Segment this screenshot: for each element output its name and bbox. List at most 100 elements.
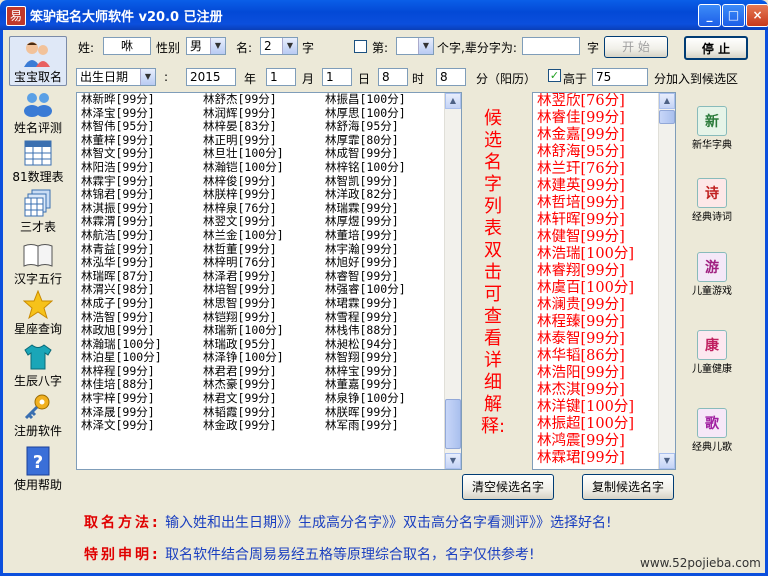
candidate-item[interactable]: 林翌欣[76分] bbox=[537, 93, 649, 110]
list-item[interactable]: 林智凯[99分] bbox=[323, 174, 445, 189]
scroll-thumb[interactable] bbox=[659, 110, 675, 124]
right-item-health[interactable]: 康 儿童健康 bbox=[684, 330, 740, 375]
candidate-item[interactable]: 林兰玕[76分] bbox=[537, 161, 649, 178]
list-item[interactable]: 林润辉[99分] bbox=[201, 106, 323, 121]
list-item[interactable]: 林朕晖[99分] bbox=[323, 405, 445, 420]
date-type-select[interactable]: 出生日期 ▼ bbox=[76, 68, 156, 86]
list-item[interactable]: 林军雨[99分] bbox=[323, 419, 445, 433]
list-item[interactable]: 林泽君[99分] bbox=[201, 269, 323, 284]
candidate-item[interactable]: 林澜贵[99分] bbox=[537, 297, 649, 314]
list-item[interactable]: 林厚霏[80分] bbox=[323, 133, 445, 148]
list-item[interactable]: 林宇梓[99分] bbox=[79, 391, 201, 406]
minimize-button[interactable]: _ bbox=[698, 4, 721, 27]
scroll-down-icon[interactable]: ▼ bbox=[445, 453, 461, 469]
list-item[interactable]: 林渭兴[98分] bbox=[79, 283, 201, 297]
chevron-down-icon[interactable]: ▼ bbox=[418, 38, 433, 54]
sidebar-item-81-numerology[interactable]: 81数理表 bbox=[6, 138, 70, 185]
list-item[interactable]: 林思智[99分] bbox=[201, 296, 323, 311]
list-item[interactable]: 林梓晏[83分] bbox=[201, 120, 323, 134]
list-item[interactable]: 林梓俊[99分] bbox=[201, 174, 323, 189]
candidate-item[interactable]: 林哲培[99分] bbox=[537, 195, 649, 212]
scroll-up-icon[interactable]: ▲ bbox=[659, 93, 675, 109]
results-list[interactable]: 林新晔[99分] 林泽宝[99分] 林智伟[95分] 林董梓[99分] 林智文[99分]… bbox=[76, 92, 462, 470]
list-item[interactable]: 林旭好[99分] bbox=[323, 256, 445, 270]
list-item[interactable]: 林政旭[99分] bbox=[79, 323, 201, 338]
list-item[interactable]: 林泓华[99分] bbox=[79, 256, 201, 270]
list-item[interactable]: 林瀚铠[100分] bbox=[201, 160, 323, 175]
surname-input[interactable]: 咻 bbox=[103, 37, 151, 55]
list-item[interactable]: 林成子[99分] bbox=[79, 296, 201, 311]
clear-candidates-button[interactable]: 清空候选名字 bbox=[462, 474, 554, 500]
list-item[interactable]: 林旦壮[100分] bbox=[201, 147, 323, 161]
list-item[interactable]: 林梓宝[99分] bbox=[323, 364, 445, 379]
stop-button[interactable]: 停 止 bbox=[684, 36, 748, 60]
list-item[interactable]: 林航浩[99分] bbox=[79, 228, 201, 243]
scroll-down-icon[interactable]: ▼ bbox=[659, 453, 675, 469]
list-item[interactable]: 林浩智[99分] bbox=[79, 310, 201, 325]
list-item[interactable]: 林瀚瑞[100分] bbox=[79, 337, 201, 352]
list-item[interactable]: 林梓铭[100分] bbox=[323, 160, 445, 175]
list-item[interactable]: 林梓明[76分] bbox=[201, 256, 323, 270]
list-item[interactable]: 林智文[99分] bbox=[79, 147, 201, 161]
close-button[interactable]: × bbox=[746, 4, 768, 27]
name-length-select[interactable]: 2 ▼ bbox=[260, 37, 298, 55]
list-item[interactable]: 林宇瀚[99分] bbox=[323, 242, 445, 257]
list-item[interactable]: 林朕梓[99分] bbox=[201, 188, 323, 202]
month-input[interactable]: 1 bbox=[266, 68, 296, 86]
generation-input[interactable] bbox=[522, 37, 580, 55]
right-item-songs[interactable]: 歌 经典儿歌 bbox=[684, 408, 740, 453]
list-item[interactable]: 林君文[99分] bbox=[201, 391, 323, 406]
list-item[interactable]: 林雪程[99分] bbox=[323, 310, 445, 325]
right-item-games[interactable]: 游 儿童游戏 bbox=[684, 252, 740, 297]
year-input[interactable]: 2015 bbox=[186, 68, 236, 86]
list-item[interactable]: 林栈伟[88分] bbox=[323, 323, 445, 338]
list-item[interactable]: 林泉铮[100分] bbox=[323, 391, 445, 406]
list-item[interactable]: 林成智[99分] bbox=[323, 147, 445, 161]
sidebar-item-baby-naming[interactable]: 宝宝取名 bbox=[6, 36, 70, 86]
list-item[interactable]: 林泊星[100分] bbox=[79, 351, 201, 365]
list-item[interactable]: 林杰豪[99分] bbox=[201, 378, 323, 392]
threshold-input[interactable]: 75 bbox=[592, 68, 648, 86]
hour-input[interactable]: 8 bbox=[378, 68, 408, 86]
candidate-item[interactable]: 林睿佳[99分] bbox=[537, 110, 649, 127]
list-item[interactable]: 林舒海[95分] bbox=[323, 120, 445, 134]
list-item[interactable]: 林瑞新[100分] bbox=[201, 323, 323, 338]
candidate-item[interactable]: 林杰淇[99分] bbox=[537, 382, 649, 399]
chevron-down-icon[interactable]: ▼ bbox=[282, 38, 297, 54]
candidate-item[interactable]: 林轩晖[99分] bbox=[537, 212, 649, 229]
list-item[interactable]: 林君君[99分] bbox=[201, 364, 323, 379]
list-item[interactable]: 林新晔[99分] bbox=[79, 93, 201, 107]
candidate-item[interactable]: 林建英[99分] bbox=[537, 178, 649, 195]
candidate-item[interactable]: 林浩阳[99分] bbox=[537, 365, 649, 382]
sidebar-item-register[interactable]: 注册软件 bbox=[6, 392, 70, 439]
candidate-item[interactable]: 林程臻[99分] bbox=[537, 314, 649, 331]
generation-checkbox[interactable] bbox=[354, 40, 367, 53]
chevron-down-icon[interactable]: ▼ bbox=[140, 69, 155, 85]
sidebar-item-help[interactable]: ? 使用帮助 bbox=[6, 446, 70, 493]
sidebar-item-character-elements[interactable]: 汉字五行 bbox=[6, 240, 70, 287]
scroll-thumb[interactable] bbox=[445, 399, 461, 449]
list-item[interactable]: 林霖渭[99分] bbox=[79, 215, 201, 229]
list-item[interactable]: 林锦君[99分] bbox=[79, 188, 201, 202]
list-item[interactable]: 林珺霖[99分] bbox=[323, 296, 445, 311]
list-item[interactable]: 林淇振[99分] bbox=[79, 201, 201, 216]
candidate-item[interactable]: 林鸿震[99分] bbox=[537, 433, 649, 450]
candidate-item[interactable]: 林霖珺[99分] bbox=[537, 450, 649, 467]
sidebar-item-name-evaluation[interactable]: 姓名评测 bbox=[6, 89, 70, 136]
list-item[interactable]: 林兰金[100分] bbox=[201, 228, 323, 243]
scroll-up-icon[interactable]: ▲ bbox=[445, 93, 461, 109]
list-item[interactable]: 林阳浩[99分] bbox=[79, 160, 201, 175]
candidate-item[interactable]: 林华韬[86分] bbox=[537, 348, 649, 365]
list-item[interactable]: 林智翔[99分] bbox=[323, 351, 445, 365]
right-item-dictionary[interactable]: 新 新华字典 bbox=[684, 106, 740, 151]
copy-candidates-button[interactable]: 复制候选名字 bbox=[582, 474, 674, 500]
list-item[interactable]: 林董嘉[99分] bbox=[323, 378, 445, 392]
candidate-item[interactable]: 林金嘉[99分] bbox=[537, 127, 649, 144]
list-item[interactable]: 林霖宇[99分] bbox=[79, 174, 201, 189]
list-item[interactable]: 林舒杰[99分] bbox=[201, 93, 323, 107]
list-item[interactable]: 林董培[99分] bbox=[323, 228, 445, 243]
list-item[interactable]: 林金政[99分] bbox=[201, 419, 323, 433]
candidate-item[interactable]: 林浩瑞[100分] bbox=[537, 246, 649, 263]
list-item[interactable]: 林梓程[99分] bbox=[79, 364, 201, 379]
candidate-item[interactable]: 林健智[99分] bbox=[537, 229, 649, 246]
